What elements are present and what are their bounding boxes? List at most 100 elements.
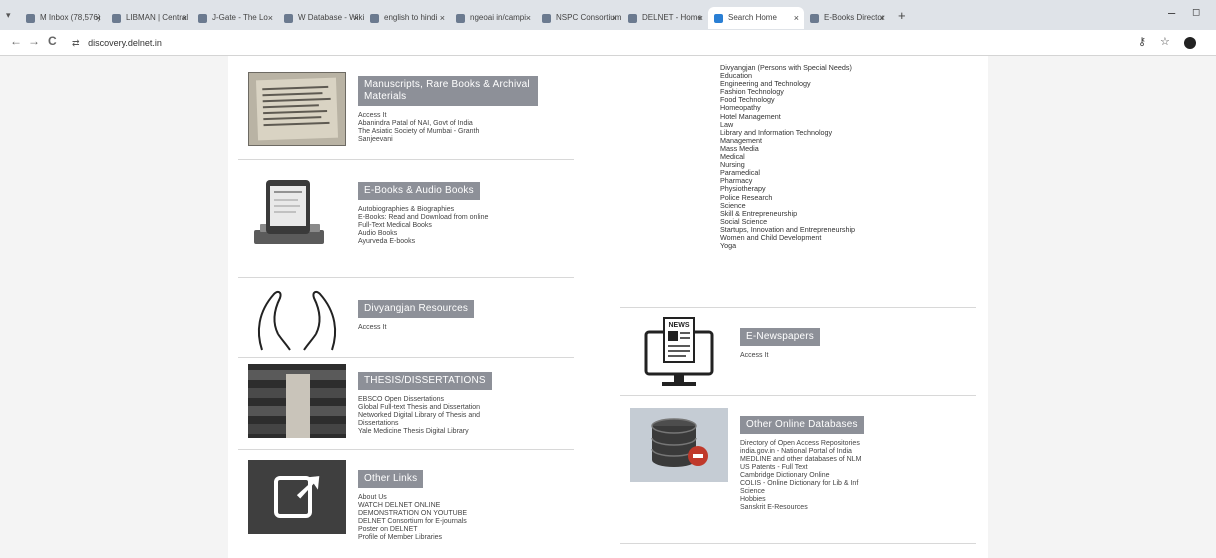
subject-item[interactable]: Women and Child Development — [720, 233, 855, 242]
resource-link[interactable]: Autobiographies & Biographies — [358, 206, 454, 213]
resource-link[interactable]: Sanjeevani — [358, 136, 393, 143]
manuscripts-heading[interactable]: Manuscripts, Rare Books & Archival Mater… — [358, 76, 538, 106]
tab-close-icon[interactable]: × — [794, 7, 799, 29]
manuscript-image — [248, 72, 346, 146]
tab-close-icon[interactable]: × — [268, 7, 273, 29]
resource-link-item: Access It — [740, 352, 970, 360]
hands-icon — [257, 290, 337, 351]
enewspapers-heading[interactable]: E-Newspapers — [740, 328, 820, 346]
browser-tab-bar: ▾ M Inbox (78,576) × LIBMAN | Central × J-Ga… — [0, 0, 1216, 30]
resource-link-item: MEDLINE and other databases of NLM — [740, 456, 970, 464]
tab-search-icon[interactable]: ▾ — [6, 10, 20, 21]
resource-link[interactable]: WATCH DELNET ONLINE — [358, 502, 440, 509]
resource-link[interactable]: Access It — [358, 324, 386, 331]
resource-link[interactable]: Audio Books — [358, 230, 397, 237]
tab-favicon-icon — [198, 14, 207, 23]
ebooks-heading[interactable]: E-Books & Audio Books — [358, 182, 480, 200]
resource-link[interactable]: COLIS - Online Dictionary for Lib & Inf — [740, 480, 858, 487]
resource-link[interactable]: About Us — [358, 494, 387, 501]
site-info-icon[interactable]: ⇄ — [72, 38, 80, 48]
tab-close-icon[interactable]: × — [354, 7, 359, 29]
resource-link[interactable]: MEDLINE and other databases of NLM — [740, 456, 861, 463]
resource-link[interactable]: Abanindra Patal of NAI, Govt of India — [358, 120, 473, 127]
resource-link-item: DELNET Consortium for E-journals — [358, 518, 568, 526]
resource-link-item: Science — [740, 488, 970, 496]
resource-link[interactable]: Poster on DELNET — [358, 526, 418, 533]
resource-link[interactable]: Science — [740, 488, 765, 495]
resource-link[interactable]: Full-Text Medical Books — [358, 222, 432, 229]
other-databases-link-list: Directory of Open Access Repositories ind… — [740, 440, 970, 512]
tab-favicon-icon — [628, 14, 637, 23]
resource-link[interactable]: Ayurveda E-books — [358, 238, 415, 245]
tab-favicon-icon — [284, 14, 293, 23]
resource-link-item: Directory of Open Access Repositories — [740, 440, 970, 448]
url-field[interactable]: ⇄ discovery.delnet.in — [72, 34, 1112, 52]
thesis-heading[interactable]: THESIS/DISSERTATIONS — [358, 372, 492, 390]
resource-link[interactable]: EBSCO Open Dissertations — [358, 396, 444, 403]
page-content: Manuscripts, Rare Books & Archival Mater… — [228, 56, 988, 558]
tab-label: LIBMAN | Central — [126, 13, 189, 22]
resource-link[interactable]: Global Full-text Thesis and Dissertation — [358, 404, 480, 411]
forward-icon[interactable]: → — [28, 34, 40, 48]
browser-tab[interactable]: ngeoai in/campi × — [450, 7, 536, 29]
resource-link-item: Access It — [358, 112, 568, 120]
other-links-heading[interactable]: Other Links — [358, 470, 424, 488]
browser-tab[interactable]: M Inbox (78,576) × — [20, 7, 106, 29]
reload-icon[interactable]: C — [48, 34, 57, 48]
divyangjan-link-list: Access It — [358, 324, 568, 332]
resource-link[interactable]: DELNET Consortium for E-journals — [358, 518, 467, 525]
subject-item[interactable]: Yoga — [720, 241, 855, 250]
tab-close-icon[interactable]: × — [880, 7, 885, 29]
browser-tab[interactable]: Search Home × — [708, 7, 804, 29]
bookmark-star-icon[interactable]: ☆ — [1160, 35, 1170, 48]
subject-item[interactable]: Hotel Management — [720, 112, 855, 121]
resource-link[interactable]: DEMONSTRATION ON YOUTUBE — [358, 510, 467, 517]
resource-link[interactable]: Sanskrit E-Resources — [740, 504, 808, 511]
manuscripts-card: Manuscripts, Rare Books & Archival Mater… — [238, 56, 574, 160]
tab-close-icon[interactable]: × — [526, 7, 531, 29]
resource-link[interactable]: india.gov.in - National Portal of India — [740, 448, 852, 455]
browser-tab[interactable]: NSPC Consortium × — [536, 7, 622, 29]
new-tab-button[interactable]: + — [898, 8, 918, 23]
resource-link[interactable]: Directory of Open Access Repositories — [740, 440, 860, 447]
divyangjan-heading[interactable]: Divyangjan Resources — [358, 300, 475, 318]
resource-link-item: COLIS - Online Dictionary for Lib & Inf — [740, 480, 970, 488]
tab-close-icon[interactable]: × — [612, 7, 617, 29]
back-icon[interactable]: ← — [10, 34, 22, 48]
browser-tab[interactable]: E-Books Director × — [804, 7, 890, 29]
profile-avatar[interactable] — [1184, 37, 1196, 49]
resource-link-item: EBSCO Open Dissertations — [358, 396, 568, 404]
resource-link[interactable]: Profile of Member Libraries — [358, 534, 442, 541]
tab-close-icon[interactable]: × — [182, 7, 187, 29]
resource-link[interactable]: US Patents - Full Text — [740, 464, 808, 471]
tab-close-icon[interactable]: × — [96, 7, 101, 29]
tab-label: english to hindi — [384, 13, 438, 22]
resource-link[interactable]: Networked Digital Library of Thesis and — [358, 412, 480, 419]
resource-link[interactable]: E-Books: Read and Download from online — [358, 214, 488, 221]
browser-tab[interactable]: LIBMAN | Central × — [106, 7, 192, 29]
maximize-button[interactable]: ◻ — [1192, 7, 1200, 18]
resource-link[interactable]: Dissertations — [358, 420, 398, 427]
tab-close-icon[interactable]: × — [440, 7, 445, 29]
resource-link[interactable]: Access It — [740, 352, 768, 359]
browser-tab[interactable]: DELNET - Home × — [622, 7, 708, 29]
resource-link[interactable]: Yale Medicine Thesis Digital Library — [358, 428, 469, 435]
tab-close-icon[interactable]: × — [698, 7, 703, 29]
resource-link-item: US Patents - Full Text — [740, 464, 970, 472]
browser-tab[interactable]: W Database - Wiki × — [278, 7, 364, 29]
tab-favicon-icon — [542, 14, 551, 23]
tab-favicon-icon — [26, 14, 35, 23]
other-links-list: About Us WATCH DELNET ONLINE DEMONSTRATION… — [358, 494, 568, 542]
resource-link-item: Networked Digital Library of Thesis and — [358, 412, 568, 420]
resource-link-item: Hobbies — [740, 496, 970, 504]
resource-link[interactable]: The Asiatic Society of Mumbai - Granth — [358, 128, 479, 135]
other-databases-heading[interactable]: Other Online Databases — [740, 416, 864, 434]
resource-link[interactable]: Hobbies — [740, 496, 766, 503]
resource-link[interactable]: Cambridge Dictionary Online — [740, 472, 829, 479]
browser-tab[interactable]: J-Gate - The Lo × — [192, 7, 278, 29]
password-key-icon[interactable]: ⚷ — [1138, 35, 1146, 48]
minimize-button[interactable]: – — [1168, 5, 1175, 20]
resource-link-item: india.gov.in - National Portal of India — [740, 448, 970, 456]
browser-tab[interactable]: english to hindi × — [364, 7, 450, 29]
resource-link[interactable]: Access It — [358, 112, 386, 119]
